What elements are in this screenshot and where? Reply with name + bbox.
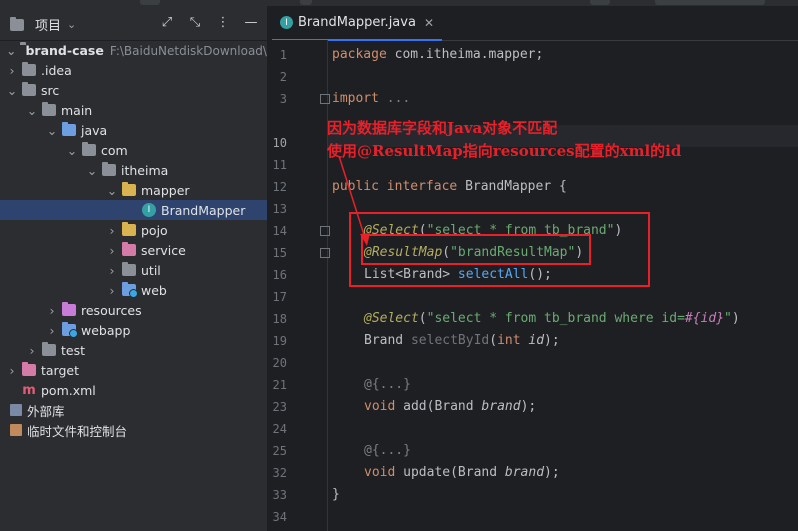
tree-item-external-libraries[interactable]: 外部库 bbox=[0, 400, 267, 420]
tree-item-scratches[interactable]: 临时文件和控制台 bbox=[0, 420, 267, 440]
tree-item-label: src bbox=[41, 82, 60, 98]
tree-item-label: itheima bbox=[121, 162, 169, 178]
package-icon bbox=[122, 282, 138, 298]
chevron-right-icon[interactable]: › bbox=[106, 243, 118, 258]
folder-icon bbox=[42, 342, 56, 356]
tree-item-util[interactable]: › util bbox=[0, 260, 267, 280]
package-icon bbox=[122, 222, 136, 236]
folder-icon bbox=[10, 16, 24, 31]
collapse-all-icon[interactable]: ⤡ bbox=[187, 14, 203, 30]
tree-item-label: pom.xml bbox=[41, 382, 96, 398]
tree-item-brandmapper[interactable]: I BrandMapper bbox=[0, 200, 267, 220]
tree-item-label: web bbox=[141, 282, 167, 298]
toolbar-fragment bbox=[655, 0, 765, 5]
tree-item-label: 外部库 bbox=[27, 403, 65, 419]
tree-item-label: target bbox=[41, 362, 80, 378]
package-icon bbox=[82, 142, 96, 156]
toolbar-fragment bbox=[590, 0, 610, 5]
project-panel-title: 项目 bbox=[35, 19, 62, 34]
chevron-down-icon[interactable]: ⌄ bbox=[86, 163, 98, 178]
interface-icon: I bbox=[142, 203, 156, 217]
project-tree: ⌄ brand-case F:\BaiduNetdiskDownload\资 ›… bbox=[0, 40, 279, 440]
tree-item-main[interactable]: ⌄ main bbox=[0, 100, 267, 120]
scratches-icon bbox=[10, 424, 22, 436]
tree-item-web[interactable]: › web bbox=[0, 280, 267, 300]
tree-item-label: mapper bbox=[141, 182, 190, 198]
toolbar-fragment bbox=[300, 0, 312, 5]
maven-icon: m bbox=[22, 382, 36, 398]
tree-item-label: main bbox=[61, 102, 93, 118]
tree-item-brand-case[interactable]: ⌄ brand-case F:\BaiduNetdiskDownload\资 bbox=[0, 40, 279, 60]
chevron-right-icon[interactable]: › bbox=[6, 63, 18, 78]
package-icon bbox=[122, 242, 136, 256]
folder-icon bbox=[22, 62, 36, 76]
project-panel: 项目 ⌄ ⤢ ⤡ ⋮ — ⌄ brand-case F:\BaiduNetdis… bbox=[0, 6, 279, 531]
package-icon bbox=[102, 162, 116, 176]
chevron-down-icon[interactable]: ⌄ bbox=[66, 143, 78, 158]
tree-item-label: util bbox=[141, 262, 161, 278]
tree-item-mapper[interactable]: ⌄ mapper bbox=[0, 180, 267, 200]
tree-item-resources[interactable]: › resources bbox=[0, 300, 267, 320]
chevron-down-icon[interactable]: ⌄ bbox=[26, 103, 38, 118]
project-path: F:\BaiduNetdiskDownload\资 bbox=[109, 43, 279, 58]
project-panel-header: 项目 ⌄ ⤢ ⤡ ⋮ — bbox=[0, 6, 267, 41]
tree-item-label: BrandMapper bbox=[161, 202, 246, 218]
library-icon bbox=[10, 404, 22, 416]
tree-item-label: service bbox=[141, 242, 186, 258]
tree-item-pojo[interactable]: › pojo bbox=[0, 220, 267, 240]
folder-icon bbox=[42, 102, 56, 116]
toolbar-fragment bbox=[140, 0, 160, 5]
chevron-right-icon[interactable]: › bbox=[106, 283, 118, 298]
chevron-right-icon[interactable]: › bbox=[106, 223, 118, 238]
excluded-folder-icon bbox=[22, 362, 36, 376]
resources-folder-icon bbox=[62, 302, 76, 316]
chevron-right-icon[interactable]: › bbox=[46, 323, 58, 338]
tree-item-label: com bbox=[101, 142, 128, 158]
source-root-folder-icon bbox=[62, 122, 76, 136]
tree-item-target[interactable]: › target bbox=[0, 360, 267, 380]
tree-item-label: webapp bbox=[81, 322, 131, 338]
chevron-down-icon[interactable]: ⌄ bbox=[6, 43, 16, 58]
web-badge-icon bbox=[129, 289, 138, 298]
tree-item-test[interactable]: › test bbox=[0, 340, 267, 360]
chevron-right-icon[interactable]: › bbox=[106, 263, 118, 278]
tree-item-label: .idea bbox=[41, 62, 72, 78]
chevron-down-icon[interactable]: ⌄ bbox=[6, 83, 18, 98]
web-badge-icon bbox=[69, 329, 78, 338]
tree-item-label: resources bbox=[81, 302, 142, 318]
tree-item-label: pojo bbox=[141, 222, 168, 238]
tree-item-label: brand-case bbox=[25, 42, 104, 58]
tree-item-pom[interactable]: m pom.xml bbox=[0, 380, 267, 400]
tree-item-service[interactable]: › service bbox=[0, 240, 267, 260]
project-view-selector[interactable]: 项目 ⌄ bbox=[10, 15, 76, 34]
tree-item-java[interactable]: ⌄ java bbox=[0, 120, 267, 140]
folder-icon bbox=[22, 82, 36, 96]
chevron-down-icon: ⌄ bbox=[67, 18, 77, 31]
web-folder-icon bbox=[62, 322, 78, 338]
chevron-right-icon[interactable]: › bbox=[6, 363, 18, 378]
tree-item-com[interactable]: ⌄ com bbox=[0, 140, 267, 160]
code-editor: I BrandMapper.java ✕ 1 2 3 10 11 12 13 1… bbox=[267, 6, 798, 531]
chevron-right-icon[interactable]: › bbox=[26, 343, 38, 358]
chevron-down-icon[interactable]: ⌄ bbox=[46, 123, 58, 138]
tree-item-webapp[interactable]: › webapp bbox=[0, 320, 267, 340]
expand-all-icon[interactable]: ⤢ bbox=[159, 14, 175, 30]
tree-item-itheima[interactable]: ⌄ itheima bbox=[0, 160, 267, 180]
package-icon bbox=[122, 182, 136, 196]
annotation-arrow bbox=[338, 155, 370, 246]
package-icon bbox=[122, 262, 136, 276]
tree-item-label: test bbox=[61, 342, 86, 358]
chevron-right-icon[interactable]: › bbox=[46, 303, 58, 318]
tree-item-label: 临时文件和控制台 bbox=[27, 423, 128, 439]
chevron-down-icon[interactable]: ⌄ bbox=[106, 183, 118, 198]
more-options-icon[interactable]: ⋮ bbox=[215, 14, 231, 30]
tree-item-idea[interactable]: › .idea bbox=[0, 60, 267, 80]
minimize-icon[interactable]: — bbox=[243, 14, 259, 30]
tree-item-src[interactable]: ⌄ src bbox=[0, 80, 267, 100]
tree-item-label: java bbox=[81, 122, 108, 138]
